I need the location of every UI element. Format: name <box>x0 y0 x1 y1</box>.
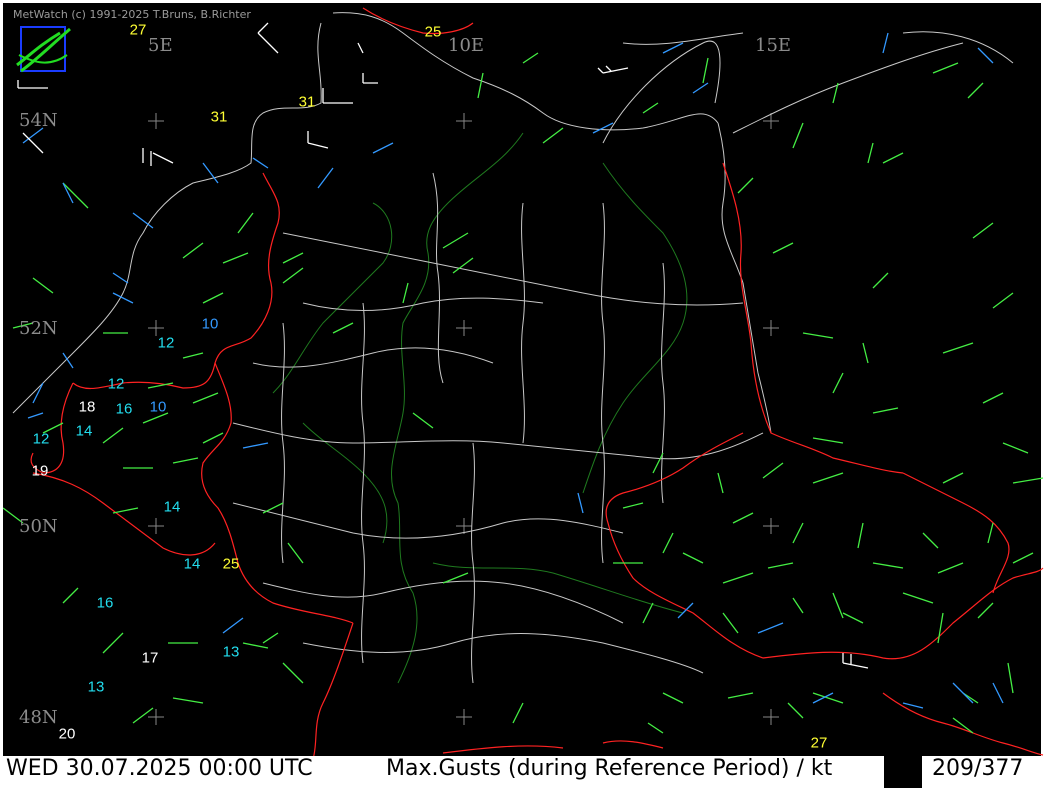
gust-value: 10 <box>201 315 219 333</box>
lat-label-48n: 48N <box>19 707 58 728</box>
metwatch-logo-icon <box>15 25 75 81</box>
gust-value: 25 <box>424 23 442 41</box>
lon-label-10e: 10E <box>448 35 485 56</box>
status-separator <box>884 756 922 788</box>
gust-value: 10 <box>149 398 167 416</box>
gust-value: 12 <box>157 334 175 352</box>
gust-value: 14 <box>183 555 201 573</box>
gust-value: 27 <box>810 734 828 752</box>
gust-value: 25 <box>222 555 240 573</box>
gust-value: 20 <box>58 725 76 743</box>
gust-value: 31 <box>210 108 228 126</box>
map-canvas <box>3 7 1044 759</box>
grid-crosses <box>148 113 779 725</box>
gust-value: 19 <box>31 462 49 480</box>
copyright-credit: MetWatch (c) 1991-2025 T.Bruns, B.Richte… <box>13 8 251 21</box>
gust-value: 14 <box>163 498 181 516</box>
gust-value: 16 <box>115 400 133 418</box>
lat-label-54n: 54N <box>19 110 58 131</box>
gust-value: 13 <box>87 678 105 696</box>
lat-label-52n: 52N <box>19 318 58 339</box>
status-bar: WED 30.07.2025 00:00 UTC Max.Gusts (duri… <box>0 756 1044 788</box>
lat-label-50n: 50N <box>19 516 58 537</box>
gust-value: 31 <box>298 93 316 111</box>
lon-label-5e: 5E <box>148 35 173 56</box>
rivers <box>272 132 688 684</box>
gust-value: 13 <box>222 643 240 661</box>
gust-value: 12 <box>32 430 50 448</box>
valid-datetime: WED 30.07.2025 00:00 UTC <box>6 756 313 781</box>
gust-value: 12 <box>107 375 125 393</box>
gust-value: 16 <box>96 594 114 612</box>
gust-value: 27 <box>129 21 147 39</box>
map-area: MetWatch (c) 1991-2025 T.Bruns, B.Richte… <box>0 0 1044 788</box>
gust-value: 18 <box>78 398 96 416</box>
lon-label-15e: 15E <box>755 35 792 56</box>
gust-value: 17 <box>141 649 159 667</box>
product-title: Max.Gusts (during Reference Period) / kt <box>386 756 833 781</box>
gust-value: 14 <box>75 422 93 440</box>
national-borders <box>30 7 1044 759</box>
frame-counter: 209/377 <box>932 756 1024 781</box>
